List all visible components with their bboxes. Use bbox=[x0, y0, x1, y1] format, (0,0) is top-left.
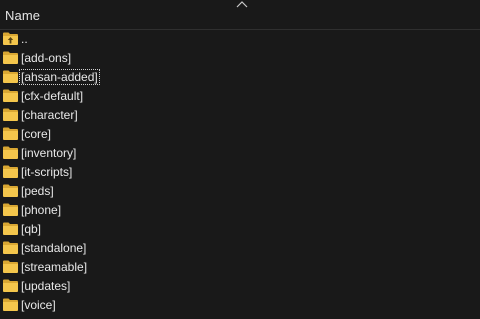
folder-icon bbox=[3, 165, 18, 178]
list-item[interactable]: [ahsan-added] bbox=[0, 68, 480, 87]
folder-icon bbox=[3, 298, 18, 311]
folder-icon bbox=[3, 260, 18, 273]
list-item-label: [inventory] bbox=[21, 146, 77, 160]
list-item[interactable]: [add-ons] bbox=[0, 49, 480, 68]
list-item-label: [peds] bbox=[21, 184, 54, 198]
list-item[interactable]: [qb] bbox=[0, 220, 480, 239]
list-item[interactable]: [it-scripts] bbox=[0, 163, 480, 182]
list-item[interactable]: [cfx-default] bbox=[0, 87, 480, 106]
list-item[interactable]: [voice] bbox=[0, 296, 480, 315]
list-item-label: [character] bbox=[21, 108, 78, 122]
list-item[interactable]: [core] bbox=[0, 125, 480, 144]
list-item-label: [add-ons] bbox=[21, 51, 72, 65]
folder-icon bbox=[3, 108, 18, 121]
list-item[interactable]: [updates] bbox=[0, 277, 480, 296]
folder-icon bbox=[3, 203, 18, 216]
list-item-label: [voice] bbox=[21, 298, 56, 312]
list-item[interactable]: [streamable] bbox=[0, 258, 480, 277]
list-item[interactable]: .. bbox=[0, 30, 480, 49]
list-item[interactable]: [peds] bbox=[0, 182, 480, 201]
list-item[interactable]: [character] bbox=[0, 106, 480, 125]
list-item-label: [core] bbox=[21, 127, 52, 141]
column-header-row: Name bbox=[0, 0, 480, 30]
folder-icon bbox=[3, 127, 18, 140]
list-item-label: [streamable] bbox=[21, 260, 88, 274]
folder-icon bbox=[3, 279, 18, 292]
list-item-label: [cfx-default] bbox=[21, 89, 84, 103]
folder-icon bbox=[3, 184, 18, 197]
chevron-up-icon bbox=[236, 1, 248, 8]
folder-icon bbox=[3, 70, 18, 83]
list-item-label: [it-scripts] bbox=[21, 165, 73, 179]
list-item[interactable]: [phone] bbox=[0, 201, 480, 220]
folder-up-icon bbox=[3, 32, 18, 45]
folder-icon bbox=[3, 146, 18, 159]
list-item-label: .. bbox=[21, 32, 28, 46]
list-item-label: [qb] bbox=[21, 222, 42, 236]
folder-icon bbox=[3, 222, 18, 235]
folder-icon bbox=[3, 51, 18, 64]
list-item-label: [ahsan-added] bbox=[19, 69, 100, 85]
folder-icon bbox=[3, 89, 18, 102]
list-item[interactable]: [inventory] bbox=[0, 144, 480, 163]
list-item-label: [phone] bbox=[21, 203, 62, 217]
list-item-label: [standalone] bbox=[21, 241, 87, 255]
list-item[interactable]: [standalone] bbox=[0, 239, 480, 258]
file-list-pane: Name .. [add-ons] [ahsan-added] [cfx-def… bbox=[0, 0, 480, 319]
list-item-label: [updates] bbox=[21, 279, 71, 293]
name-column-header[interactable]: Name bbox=[5, 8, 40, 23]
folder-icon bbox=[3, 241, 18, 254]
file-list: .. [add-ons] [ahsan-added] [cfx-default]… bbox=[0, 30, 480, 315]
